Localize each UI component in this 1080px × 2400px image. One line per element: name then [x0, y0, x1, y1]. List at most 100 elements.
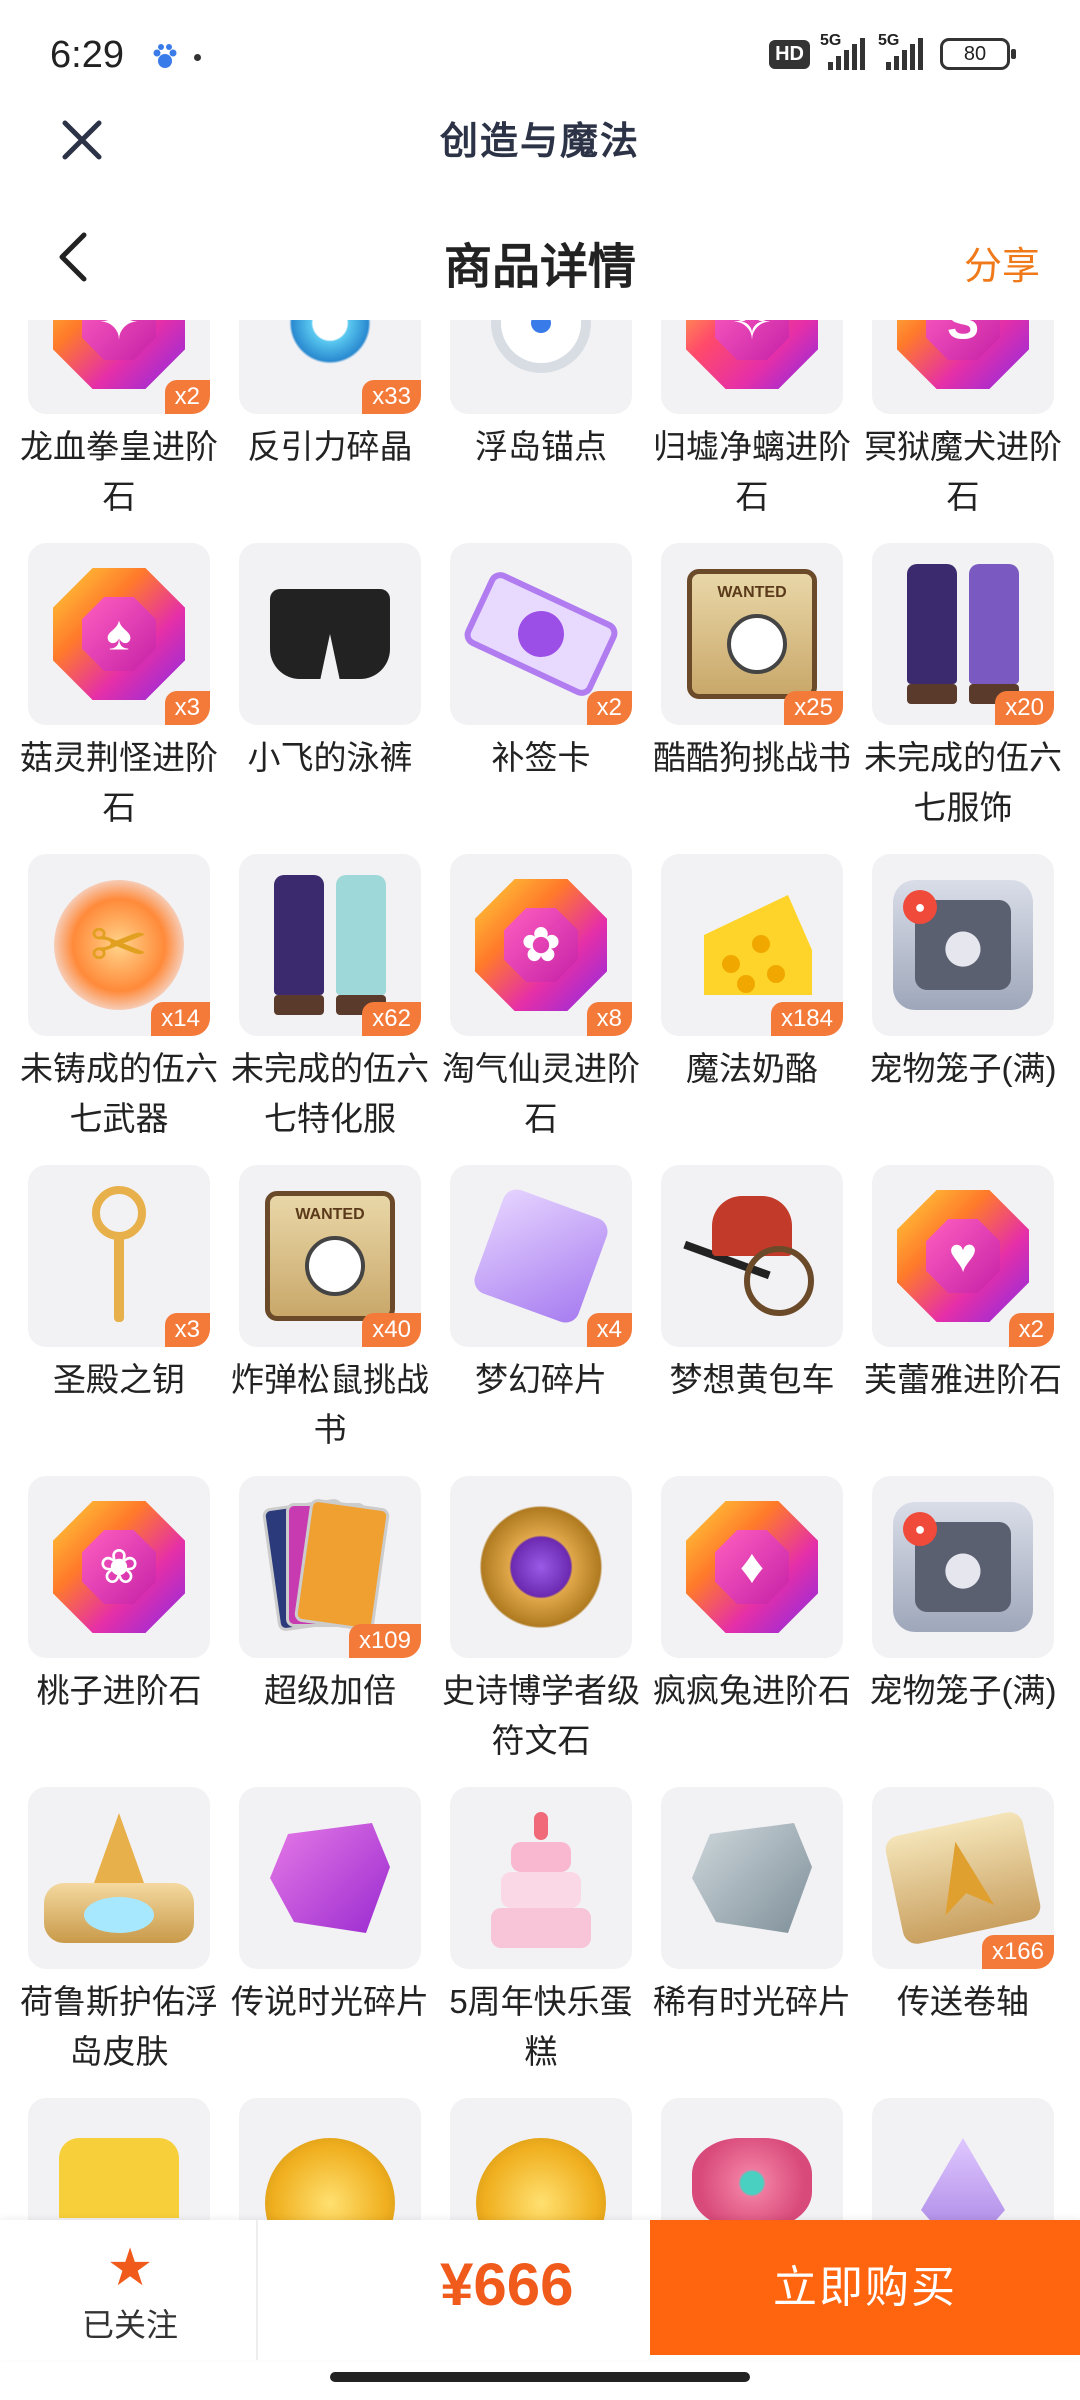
item-thumbnail: [450, 1476, 632, 1658]
item-card[interactable]: ❀ 桃子进阶石: [28, 1476, 210, 1787]
item-thumbnail: x62: [239, 854, 421, 1036]
quantity-badge: x40: [362, 1313, 421, 1347]
item-name: 荷鲁斯护佑浮岛皮肤: [20, 1983, 218, 2070]
item-card[interactable]: WANTED x40 炸弹松鼠挑战书: [231, 1165, 429, 1476]
crystal-icon: [270, 320, 390, 383]
item-card[interactable]: ● ● 宠物笼子(满): [870, 854, 1056, 1165]
item-name: 淘气仙灵进阶石: [442, 1050, 640, 1137]
item-card[interactable]: [872, 2098, 1054, 2220]
quantity-badge: x109: [348, 1624, 421, 1658]
teleport-scroll-icon: [883, 1809, 1043, 1947]
item-card[interactable]: 史诗博学者级符文石: [442, 1476, 640, 1787]
share-button[interactable]: 分享: [964, 235, 1040, 290]
item-thumbnail: ♥ x2: [872, 1165, 1054, 1347]
quantity-badge: x20: [995, 691, 1054, 725]
item-thumbnail: x166: [872, 1787, 1054, 1969]
cake-icon: [486, 1808, 596, 1948]
item-thumbnail: [28, 1787, 210, 1969]
item-grid-viewport[interactable]: ✦ x2 龙血拳皇进阶石 x33 反引力碎晶 浮岛锚点 ✧ 归墟净螭进阶石 S 冥狱魔犬进阶石 ♠ x…: [0, 320, 1080, 2220]
item-card[interactable]: 稀有时光碎片: [653, 1787, 851, 2098]
item-name: 未完成的伍六七服饰: [864, 739, 1062, 826]
item-card[interactable]: x166 传送卷轴: [872, 1787, 1054, 2098]
item-card[interactable]: 5周年快乐蛋糕: [449, 1787, 633, 2098]
cards-icon: [261, 1497, 391, 1637]
item-card[interactable]: x109 超级加倍: [239, 1476, 421, 1787]
item-card[interactable]: ♥ x2 芙蕾雅进阶石: [864, 1165, 1062, 1476]
quantity-badge: x184: [770, 1002, 843, 1036]
gem-icon: ✧: [686, 320, 818, 389]
item-card[interactable]: ♠ x3 菇灵荆怪进阶石: [20, 543, 218, 854]
item-thumbnail: ● ●: [872, 854, 1054, 1036]
item-card[interactable]: x20 未完成的伍六七服饰: [864, 543, 1062, 854]
item-card[interactable]: [28, 2098, 210, 2220]
rickshaw-icon: [682, 1196, 822, 1316]
hd-badge: HD: [769, 39, 810, 69]
item-card[interactable]: x3 圣殿之钥: [28, 1165, 210, 1476]
item-card[interactable]: ✿ x8 淘气仙灵进阶石: [442, 854, 640, 1165]
quantity-badge: x8: [586, 1002, 632, 1036]
item-card[interactable]: x184 魔法奶酪: [661, 854, 843, 1165]
puzzle-icon: [470, 1185, 612, 1327]
item-card[interactable]: WANTED x25 酷酷狗挑战书: [653, 543, 851, 854]
gem-icon: ♠: [53, 568, 185, 700]
item-card[interactable]: ✧ 归墟净螭进阶石: [653, 320, 851, 543]
fragment-icon: [692, 1823, 812, 1933]
quantity-badge: x2: [586, 691, 632, 725]
item-card[interactable]: x2 补签卡: [450, 543, 632, 854]
item-thumbnail: [872, 2098, 1054, 2220]
island-icon: [44, 1813, 194, 1943]
signal-icon: 5G: [820, 32, 868, 70]
item-thumbnail: ✿ x8: [450, 854, 632, 1036]
item-thumbnail: x109: [239, 1476, 421, 1658]
item-card[interactable]: 小飞的泳裤: [239, 543, 421, 854]
item-thumbnail: [661, 1787, 843, 1969]
item-card[interactable]: S 冥狱魔犬进阶石: [864, 320, 1062, 543]
item-card[interactable]: ♦ 疯疯兔进阶石: [653, 1476, 851, 1787]
item-thumbnail: x33: [239, 320, 421, 414]
item-thumbnail: [450, 2098, 632, 2220]
item-name: 芙蕾雅进阶石: [864, 1361, 1062, 1398]
divider: [256, 2220, 258, 2360]
follow-button[interactable]: ★ 已关注: [60, 2240, 200, 2346]
item-thumbnail: S: [872, 320, 1054, 414]
buy-now-button[interactable]: 立即购买: [650, 2220, 1080, 2355]
item-card[interactable]: ✂ x14 未铸成的伍六七武器: [20, 854, 218, 1165]
item-name: 菇灵荆怪进阶石: [20, 739, 218, 826]
quantity-badge: x2: [164, 380, 210, 414]
item-card[interactable]: [239, 2098, 421, 2220]
item-card[interactable]: x4 梦幻碎片: [450, 1165, 632, 1476]
item-name: 稀有时光碎片: [653, 1983, 851, 2020]
clothes-icon: [903, 564, 1023, 704]
bottom-action-bar: ★ 已关注 ¥666 立即购买: [0, 2220, 1080, 2360]
item-name: 炸弹松鼠挑战书: [231, 1361, 429, 1448]
paw-notification-icon: [153, 44, 177, 68]
item-thumbnail: ❀: [28, 1476, 210, 1658]
item-name: 未完成的伍六七特化服: [231, 1050, 429, 1137]
item-card[interactable]: 梦想黄包车: [661, 1165, 843, 1476]
page-header: 商品详情 分享: [0, 205, 1080, 315]
item-card[interactable]: 传说时光碎片: [231, 1787, 429, 2098]
item-card[interactable]: x62 未完成的伍六七特化服: [231, 854, 429, 1165]
item-name: 归墟净螭进阶石: [653, 428, 851, 515]
item-thumbnail: WANTED x25: [661, 543, 843, 725]
flower-icon: [692, 2138, 812, 2220]
wanted-scroll-icon: WANTED: [687, 569, 817, 699]
web-title-bar: 创造与魔法: [0, 100, 1080, 220]
item-thumbnail: [239, 2098, 421, 2220]
item-thumbnail: WANTED x40: [239, 1165, 421, 1347]
item-card[interactable]: ✦ x2 龙血拳皇进阶石: [20, 320, 218, 543]
signal-icon: 5G: [878, 32, 926, 70]
follow-label: 已关注: [81, 2307, 178, 2343]
item-card[interactable]: [450, 2098, 632, 2220]
cheese-icon: [704, 895, 812, 995]
gem-icon: ❀: [53, 1501, 185, 1633]
item-card[interactable]: x33 反引力碎晶: [239, 320, 421, 543]
item-card[interactable]: ● ● 宠物笼子(满): [870, 1476, 1056, 1787]
home-indicator[interactable]: [330, 2372, 750, 2382]
item-card[interactable]: 荷鲁斯护佑浮岛皮肤: [20, 1787, 218, 2098]
item-card[interactable]: 浮岛锚点: [450, 320, 632, 543]
item-name: 龙血拳皇进阶石: [20, 428, 218, 515]
quantity-badge: x4: [586, 1313, 632, 1347]
notification-dot-icon: [194, 53, 201, 61]
item-card[interactable]: [661, 2098, 843, 2220]
